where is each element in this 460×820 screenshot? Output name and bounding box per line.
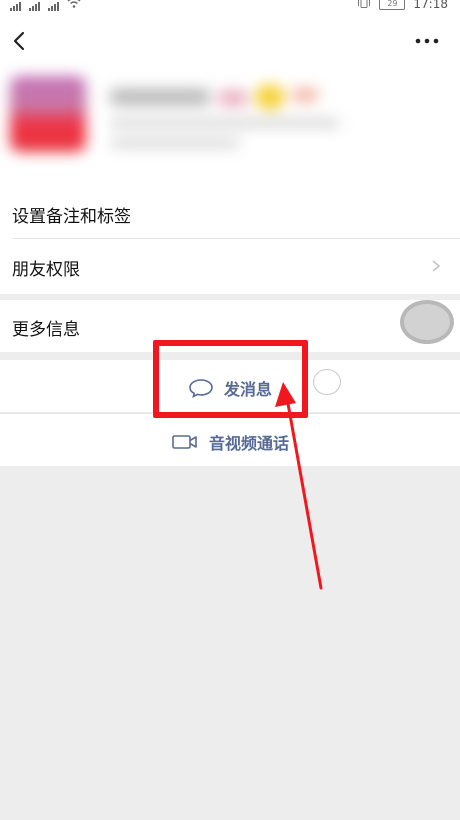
wechat-id-blurred (110, 118, 340, 128)
touch-indicator (400, 300, 454, 344)
more-button[interactable] (414, 32, 440, 50)
region-blurred (110, 138, 240, 148)
menu-item-friend-permissions[interactable]: 朋友权限 (0, 239, 460, 292)
battery-icon: 29 (379, 0, 406, 10)
signal-icon (29, 1, 40, 11)
wifi-icon (67, 0, 81, 11)
status-right: 29 17:18 (357, 0, 448, 11)
status-bar: 29 17:18 (0, 0, 460, 14)
sim-signal-icon (10, 1, 21, 11)
profile-info-blurred (0, 66, 460, 196)
emoji-blurred (255, 84, 285, 110)
video-camera-icon (172, 435, 197, 449)
chevron-left-icon (13, 31, 25, 51)
video-call-button[interactable]: 音视频通话 (0, 414, 460, 466)
nickname-blurred (110, 88, 210, 106)
video-call-content: 音视频通话 (0, 430, 460, 454)
annotation-highlight-box (153, 340, 308, 418)
chevron-right-icon (432, 260, 441, 272)
menu-label: 设置备注和标签 (12, 207, 131, 227)
status-time: 17:18 (413, 0, 448, 11)
signal-icon-2 (48, 1, 59, 11)
avatar[interactable] (10, 76, 86, 152)
menu-label: 朋友权限 (12, 260, 80, 280)
badge-blurred (218, 90, 248, 106)
menu-item-remark-tags[interactable]: 设置备注和标签 (0, 190, 460, 238)
more-dots-icon (415, 38, 439, 44)
back-button[interactable] (8, 28, 32, 54)
status-left (10, 0, 81, 11)
vibrate-icon (357, 0, 371, 11)
menu-label: 更多信息 (12, 320, 80, 340)
video-call-label: 音视频通话 (208, 434, 289, 453)
emoji-blurred-2 (292, 88, 318, 102)
touch-indicator-small (313, 369, 341, 395)
